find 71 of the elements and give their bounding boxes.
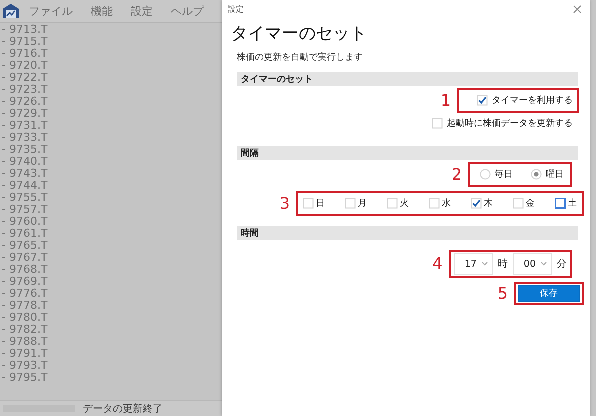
- list-item[interactable]: - 9713.T: [0, 24, 48, 36]
- caret-icon: [541, 262, 547, 266]
- list-item[interactable]: - 9795.T: [0, 372, 48, 384]
- dropdown[interactable]: 00: [512, 253, 552, 275]
- checkbox-label[interactable]: 金: [526, 197, 535, 210]
- checked-checkbox[interactable]: [477, 95, 488, 106]
- save-button[interactable]: 保存: [518, 285, 580, 302]
- list-item[interactable]: - 9722.T: [0, 72, 48, 84]
- list-item[interactable]: - 9765.T: [0, 240, 48, 252]
- list-item[interactable]: - 9726.T: [0, 96, 48, 108]
- list-item[interactable]: - 9769.T: [0, 276, 48, 288]
- list-item[interactable]: - 9776.T: [0, 288, 48, 300]
- app-logo-icon: [2, 3, 20, 19]
- list-item[interactable]: - 9755.T: [0, 192, 48, 204]
- dialog-description: 株価の更新を自動で実行します: [237, 52, 363, 64]
- checked-checkbox[interactable]: [471, 198, 482, 209]
- list-item[interactable]: - 9768.T: [0, 264, 48, 276]
- list-item[interactable]: - 9757.T: [0, 204, 48, 216]
- list-item[interactable]: - 9778.T: [0, 300, 48, 312]
- list-item[interactable]: - 9715.T: [0, 36, 48, 48]
- checkbox-label[interactable]: 土: [568, 197, 577, 210]
- annotation-number: 3: [280, 194, 290, 212]
- checkbox-label[interactable]: タイマーを利用する: [492, 94, 573, 107]
- list-item[interactable]: - 9788.T: [0, 336, 48, 348]
- list-item[interactable]: - 9731.T: [0, 120, 48, 132]
- section-header: 時間: [237, 226, 578, 240]
- list-item[interactable]: - 9735.T: [0, 144, 48, 156]
- radio-button[interactable]: [480, 169, 491, 180]
- list-item[interactable]: - 9793.T: [0, 360, 48, 372]
- list-item[interactable]: - 9729.T: [0, 108, 48, 120]
- menu-item[interactable]: ファイル: [20, 4, 82, 18]
- menu-item[interactable]: 機能: [82, 4, 122, 18]
- list-item[interactable]: - 9743.T: [0, 168, 48, 180]
- annotation-number: 1: [440, 92, 451, 110]
- caret-icon: [482, 262, 488, 266]
- section-header: タイマーのセット: [237, 72, 578, 86]
- unit-label: 分: [557, 258, 567, 271]
- list-item[interactable]: - 9733.T: [0, 132, 48, 144]
- list-item[interactable]: - 9791.T: [0, 348, 48, 360]
- close-icon[interactable]: [573, 4, 582, 14]
- checkbox[interactable]: [555, 198, 566, 209]
- dialog-title: 設定: [228, 4, 244, 14]
- list-item[interactable]: - 9720.T: [0, 60, 48, 72]
- checkbox-label[interactable]: 水: [442, 197, 451, 210]
- menu-item[interactable]: 設定: [122, 4, 162, 18]
- unit-label: 時: [498, 258, 508, 271]
- selected-radio[interactable]: [531, 169, 542, 180]
- dialog-heading: タイマーのセット: [231, 23, 367, 45]
- list-item[interactable]: - 9740.T: [0, 156, 48, 168]
- annotation-number: 2: [452, 166, 462, 184]
- list-item[interactable]: - 9716.T: [0, 48, 48, 60]
- list-item[interactable]: - 9723.T: [0, 84, 48, 96]
- checkbox-label[interactable]: 起動時に株価データを更新する: [447, 117, 573, 130]
- section-header: 間隔: [237, 146, 578, 160]
- status-text: データの更新終了: [83, 402, 163, 416]
- list-item[interactable]: - 9744.T: [0, 180, 48, 192]
- menu-item[interactable]: ヘルプ: [162, 4, 213, 18]
- checkbox-label[interactable]: 日: [316, 197, 325, 210]
- checkbox-label[interactable]: 火: [400, 197, 409, 210]
- list-item[interactable]: - 9767.T: [0, 252, 48, 264]
- radio-label[interactable]: 毎日: [495, 168, 513, 181]
- radio-label[interactable]: 曜日: [546, 168, 564, 181]
- list-item[interactable]: - 9780.T: [0, 312, 48, 324]
- annotation-number: 5: [498, 284, 508, 302]
- checkbox-label[interactable]: 月: [358, 197, 367, 210]
- dropdown[interactable]: 17: [454, 253, 493, 275]
- list-item[interactable]: - 9760.T: [0, 216, 48, 228]
- annotation-number: 4: [432, 255, 443, 273]
- list-item[interactable]: - 9761.T: [0, 228, 48, 240]
- checkbox-label[interactable]: 木: [484, 197, 493, 210]
- list-item[interactable]: - 9782.T: [0, 324, 48, 336]
